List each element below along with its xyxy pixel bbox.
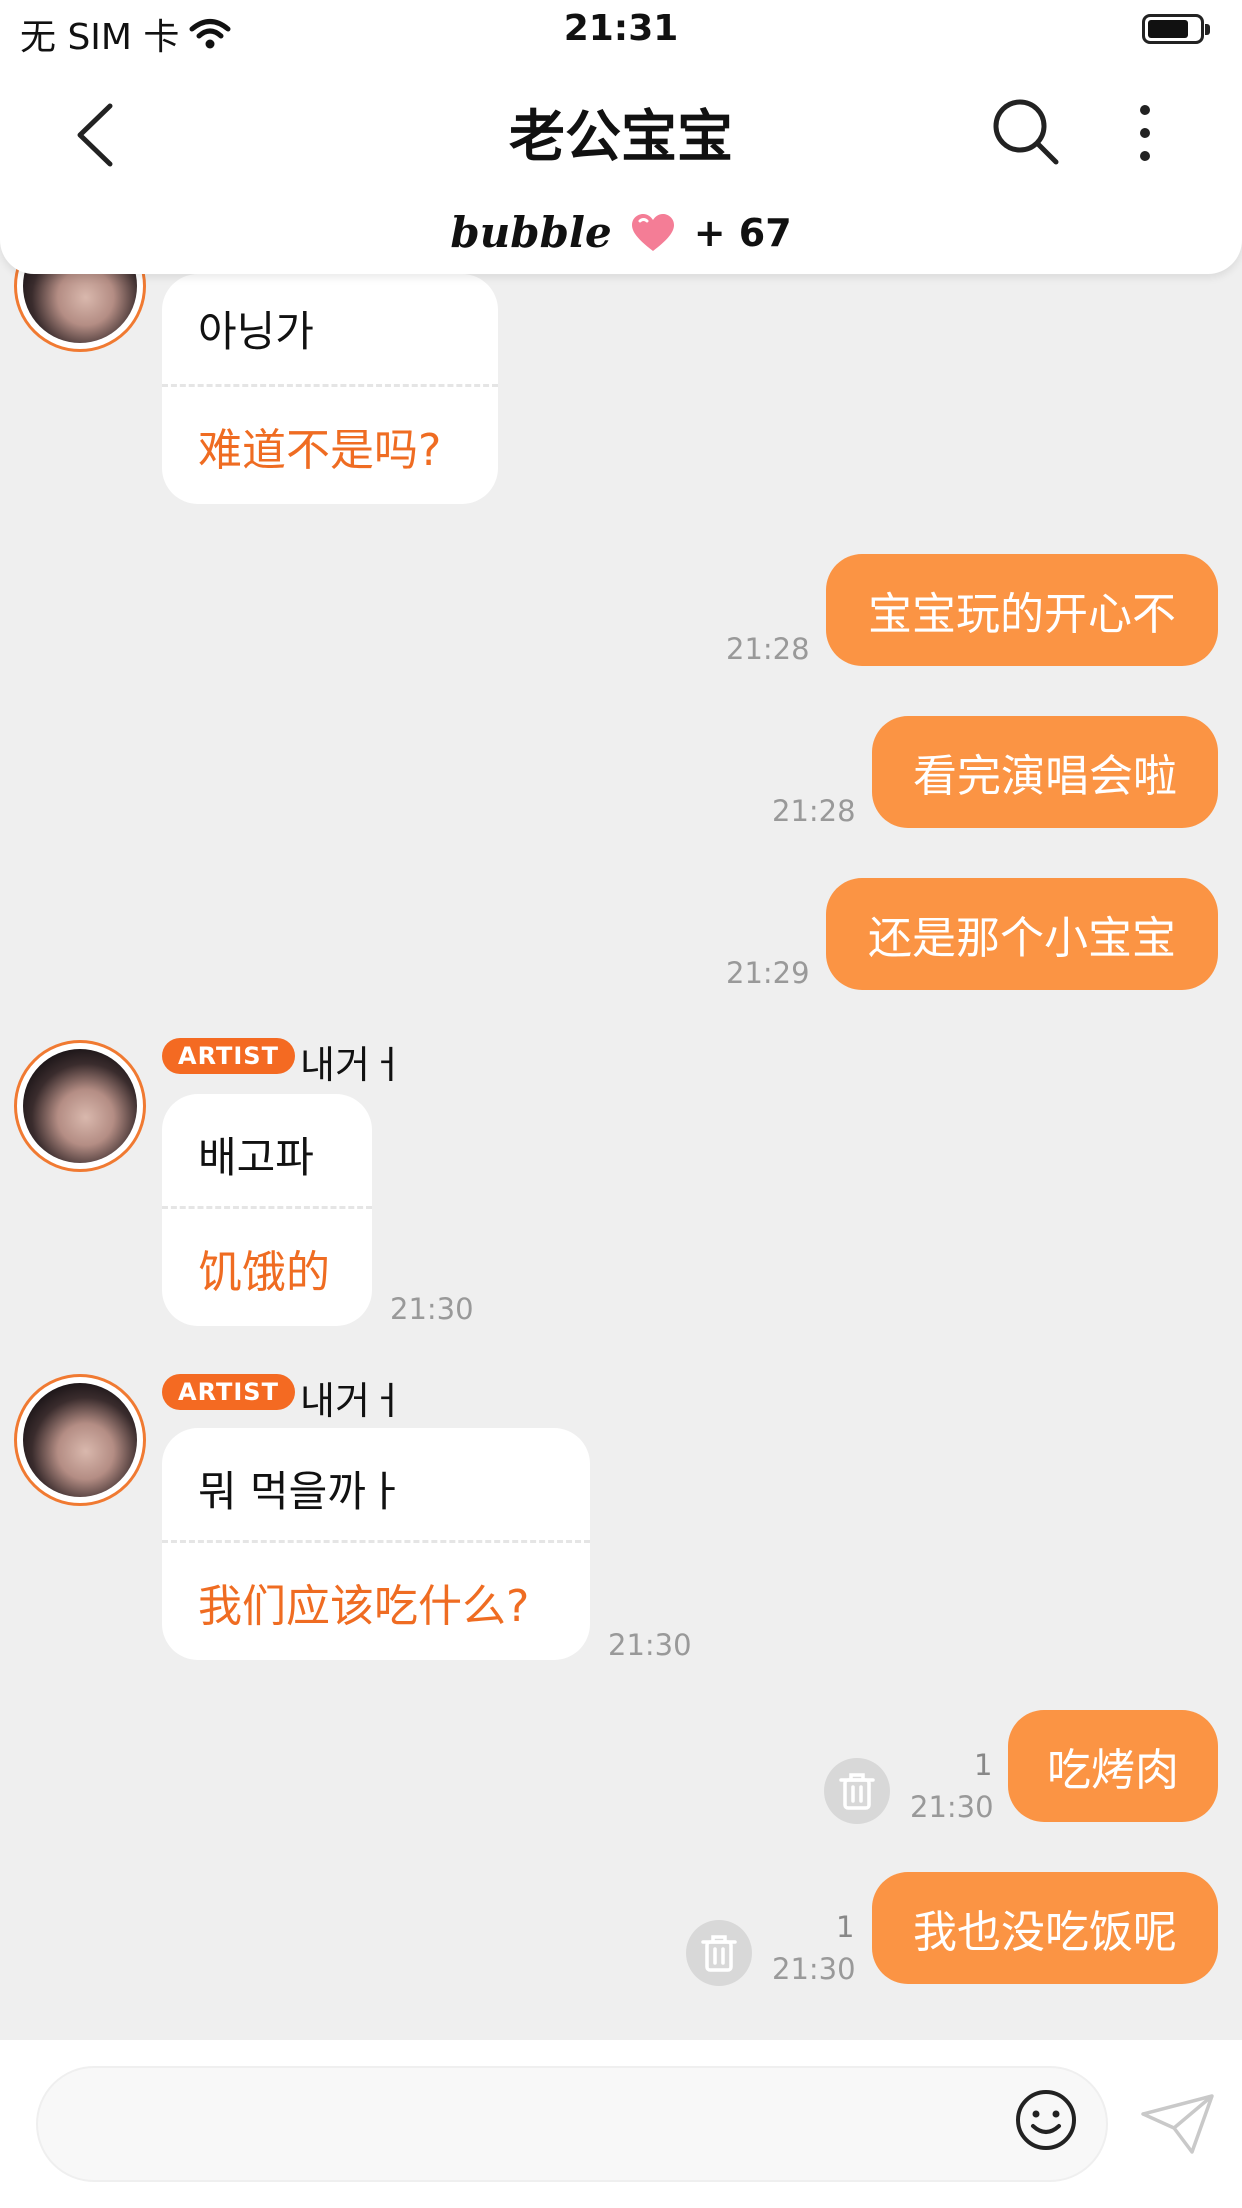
message-translation: 饥饿的 [198,1247,330,1298]
message-time: 21:28 [772,794,856,828]
message-text: 我也没吃饭呢 [913,1907,1177,1958]
message-text-korean: 배고파 [198,1133,314,1182]
message-text-korean: 아닝가 [198,307,314,356]
message-translation: 难道不是吗? [198,425,442,476]
message-time: 21:30 [910,1790,994,1824]
heart-icon [631,213,674,251]
artist-badge: ARTIST [162,1374,295,1410]
sender-name: 내거ㅓ [300,1043,405,1087]
message-translation: 我们应该吃什么? [198,1581,530,1632]
outgoing-message[interactable]: 我也没吃饭呢 [872,1872,1218,1984]
incoming-message[interactable]: 뭐 먹을까ㅏ 我们应该吃什么? [162,1428,590,1660]
chat-header: 老公宝宝 bubble + 67 [0,62,1242,274]
message-time: 21:30 [772,1952,856,1986]
message-time: 21:29 [726,956,810,990]
status-bar: 无 SIM 卡 21:31 [0,0,1242,62]
message-text: 还是那个小宝宝 [868,913,1176,964]
bubble-logo: bubble [450,208,612,257]
bubble-subscription[interactable]: bubble + 67 [0,208,1242,257]
message-time: 21:30 [608,1628,692,1662]
trash-icon[interactable] [686,1920,752,1986]
outgoing-message[interactable]: 还是那个小宝宝 [826,878,1218,990]
avatar[interactable] [14,1040,146,1172]
translation-divider [162,384,498,387]
message-input[interactable] [36,2066,1108,2182]
message-text: 看完演唱会啦 [913,751,1177,802]
message-text-korean: 뭐 먹을까ㅏ [198,1467,405,1516]
translation-divider [162,1540,590,1543]
battery-icon [1142,14,1210,44]
message-text: 宝宝玩的开心不 [868,589,1176,640]
search-icon[interactable] [990,96,1060,166]
incoming-message[interactable]: 아닝가 难道不是吗? [162,274,498,504]
message-text: 吃烤肉 [1047,1745,1179,1796]
outgoing-message[interactable]: 吃烤肉 [1008,1710,1218,1822]
sender-name: 내거ㅓ [300,1379,405,1423]
status-time: 21:31 [563,8,679,49]
outgoing-message[interactable]: 宝宝玩的开心不 [826,554,1218,666]
read-count: 1 [836,1910,855,1944]
message-time: 21:28 [726,632,810,666]
more-icon[interactable] [1130,98,1160,168]
avatar[interactable] [14,1374,146,1506]
translation-divider [162,1206,372,1209]
artist-badge: ARTIST [162,1038,295,1074]
send-icon[interactable] [1140,2092,1216,2156]
trash-icon[interactable] [824,1758,890,1824]
outgoing-message[interactable]: 看完演唱会啦 [872,716,1218,828]
read-count: 1 [974,1748,993,1782]
message-time: 21:30 [390,1292,474,1326]
incoming-message[interactable]: 배고파 饥饿的 [162,1094,372,1326]
plus-count: + 67 [693,210,792,255]
emoji-icon[interactable] [1014,2088,1078,2152]
